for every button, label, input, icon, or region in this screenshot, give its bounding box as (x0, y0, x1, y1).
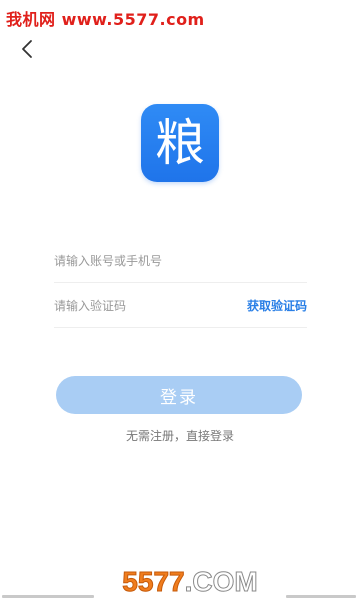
logo-glyph: 粮 (155, 114, 205, 172)
agreement-text-fragment (286, 595, 356, 598)
login-screen: 我机网 www.5577.com 粮 获取验证码 登录 无需注册，直接登录 55… (0, 0, 360, 600)
login-button[interactable]: 登录 (56, 376, 302, 414)
account-field-row (54, 239, 307, 283)
code-field-row: 获取验证码 (54, 284, 307, 328)
account-input[interactable] (54, 253, 307, 268)
watermark-bottom-logo: 5577 .COM (100, 564, 280, 600)
verification-code-input[interactable] (54, 298, 247, 313)
chevron-left-icon (22, 40, 32, 58)
get-code-button[interactable]: 获取验证码 (247, 297, 307, 314)
no-register-hint: 无需注册，直接登录 (125, 429, 234, 443)
back-button[interactable] (14, 36, 40, 62)
app-logo: 粮 (141, 104, 219, 182)
watermark-brand-suffix: .COM (184, 566, 258, 598)
watermark-brand-number: 5577 (122, 566, 185, 598)
watermark-top: 我机网 www.5577.com (6, 10, 205, 29)
agreement-text-fragment (2, 595, 94, 598)
